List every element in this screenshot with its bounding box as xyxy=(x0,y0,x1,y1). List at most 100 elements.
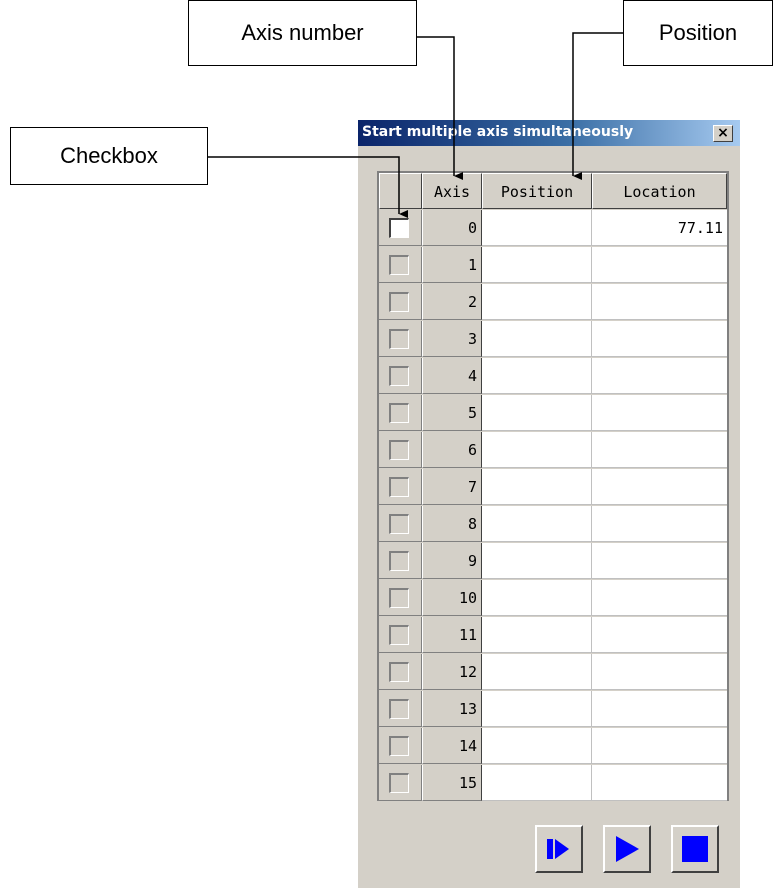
axis-number-cell: 15 xyxy=(422,765,482,801)
axis-checkbox[interactable] xyxy=(389,255,409,275)
position-cell[interactable] xyxy=(482,210,592,246)
table-row: 6 xyxy=(379,432,727,469)
position-cell[interactable] xyxy=(482,506,592,542)
table-row: 5 xyxy=(379,395,727,432)
axis-number-cell: 10 xyxy=(422,580,482,616)
location-cell xyxy=(592,580,727,616)
axis-number-cell: 7 xyxy=(422,469,482,505)
play-button[interactable] xyxy=(603,825,651,873)
position-cell[interactable] xyxy=(482,395,592,431)
header-position[interactable]: Position xyxy=(482,173,592,209)
callout-checkbox-label: Checkbox xyxy=(60,143,158,168)
position-cell[interactable] xyxy=(482,617,592,653)
axis-checkbox[interactable] xyxy=(389,736,409,756)
play-icon xyxy=(616,836,639,862)
axis-checkbox[interactable] xyxy=(389,440,409,460)
dialog-title: Start multiple axis simultaneously xyxy=(362,124,634,140)
step-forward-icon xyxy=(547,839,569,859)
position-cell[interactable] xyxy=(482,284,592,320)
header-checkbox-column[interactable] xyxy=(379,173,422,209)
header-axis[interactable]: Axis xyxy=(422,173,482,209)
grid-header-row: Axis Position Location xyxy=(379,173,727,210)
axis-number-cell: 4 xyxy=(422,358,482,394)
table-row: 15 xyxy=(379,765,727,802)
stop-button[interactable] xyxy=(671,825,719,873)
axis-number-cell: 8 xyxy=(422,506,482,542)
position-cell[interactable] xyxy=(482,543,592,579)
header-location[interactable]: Location xyxy=(592,173,727,209)
step-button[interactable] xyxy=(535,825,583,873)
location-cell xyxy=(592,654,727,690)
position-cell[interactable] xyxy=(482,247,592,283)
table-row: 11 xyxy=(379,617,727,654)
location-cell xyxy=(592,617,727,653)
checkbox-cell xyxy=(379,432,422,468)
axis-checkbox[interactable] xyxy=(389,699,409,719)
axis-checkbox[interactable] xyxy=(389,292,409,312)
checkbox-cell xyxy=(379,617,422,653)
checkbox-cell xyxy=(379,210,422,246)
callout-position: Position xyxy=(623,0,773,66)
callout-axis-number-label: Axis number xyxy=(241,20,364,45)
checkbox-cell xyxy=(379,580,422,616)
callout-checkbox: Checkbox xyxy=(10,127,208,185)
location-cell xyxy=(592,765,727,801)
location-cell xyxy=(592,469,727,505)
axis-checkbox[interactable] xyxy=(389,773,409,793)
axis-checkbox[interactable] xyxy=(389,588,409,608)
axis-checkbox[interactable] xyxy=(389,403,409,423)
location-cell xyxy=(592,432,727,468)
checkbox-cell xyxy=(379,469,422,505)
axis-number-cell: 9 xyxy=(422,543,482,579)
axis-checkbox[interactable] xyxy=(389,477,409,497)
checkbox-cell xyxy=(379,691,422,727)
close-button[interactable]: × xyxy=(713,125,733,142)
position-cell[interactable] xyxy=(482,432,592,468)
checkbox-cell xyxy=(379,358,422,394)
position-cell[interactable] xyxy=(482,765,592,801)
checkbox-cell xyxy=(379,765,422,801)
axis-checkbox[interactable] xyxy=(389,366,409,386)
checkbox-cell xyxy=(379,395,422,431)
checkbox-cell xyxy=(379,543,422,579)
location-cell xyxy=(592,728,727,764)
checkbox-cell xyxy=(379,247,422,283)
axis-number-cell: 1 xyxy=(422,247,482,283)
axis-checkbox[interactable] xyxy=(389,329,409,349)
axis-number-cell: 3 xyxy=(422,321,482,357)
position-cell[interactable] xyxy=(482,580,592,616)
dialog-titlebar[interactable]: Start multiple axis simultaneously × xyxy=(358,120,740,146)
position-cell[interactable] xyxy=(482,469,592,505)
table-row: 1 xyxy=(379,247,727,284)
position-cell[interactable] xyxy=(482,321,592,357)
checkbox-cell xyxy=(379,506,422,542)
axis-checkbox[interactable] xyxy=(389,662,409,682)
table-row: 8 xyxy=(379,506,727,543)
axis-checkbox[interactable] xyxy=(389,514,409,534)
location-cell xyxy=(592,358,727,394)
close-icon: × xyxy=(717,125,729,141)
position-cell[interactable] xyxy=(482,691,592,727)
axis-number-cell: 2 xyxy=(422,284,482,320)
position-cell[interactable] xyxy=(482,358,592,394)
position-cell[interactable] xyxy=(482,728,592,764)
axis-number-cell: 11 xyxy=(422,617,482,653)
axis-checkbox[interactable] xyxy=(389,551,409,571)
table-row: 2 xyxy=(379,284,727,321)
table-row: 3 xyxy=(379,321,727,358)
axis-number-cell: 6 xyxy=(422,432,482,468)
axis-number-cell: 5 xyxy=(422,395,482,431)
table-row: 13 xyxy=(379,691,727,728)
checkbox-cell xyxy=(379,728,422,764)
axis-number-cell: 12 xyxy=(422,654,482,690)
checkbox-cell xyxy=(379,321,422,357)
table-row: 7 xyxy=(379,469,727,506)
table-row: 10 xyxy=(379,580,727,617)
axis-checkbox[interactable] xyxy=(389,218,409,238)
multi-axis-dialog: Start multiple axis simultaneously × Axi… xyxy=(358,120,740,888)
callout-axis-number: Axis number xyxy=(188,0,417,66)
location-cell xyxy=(592,284,727,320)
position-cell[interactable] xyxy=(482,654,592,690)
axis-checkbox[interactable] xyxy=(389,625,409,645)
axis-grid: Axis Position Location 0 77.11 1 2 3 4 5 6 7 8 9 10… xyxy=(377,171,729,801)
